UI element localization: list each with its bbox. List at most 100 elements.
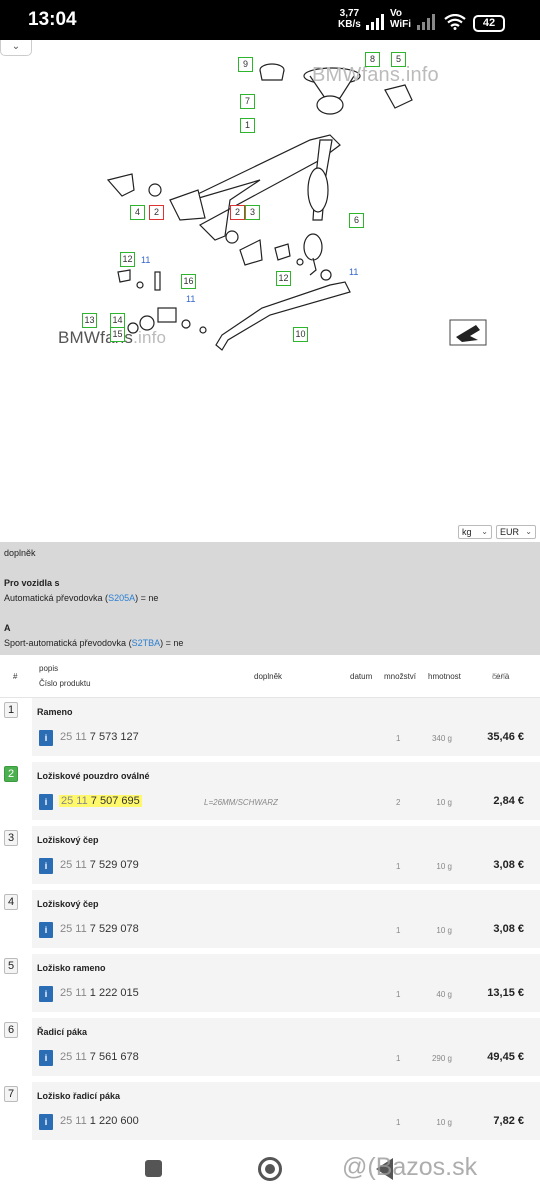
currency-select[interactable]: EUR ⌄ (496, 525, 536, 539)
filter-group1-code-link[interactable]: S205A (108, 593, 135, 603)
row-number[interactable]: 4 (4, 894, 18, 910)
info-icon[interactable]: i (39, 1050, 53, 1066)
weight-unit-select[interactable]: kg ⌄ (458, 525, 492, 539)
price: 2,84 € (493, 795, 524, 807)
weight: 10 g (436, 798, 452, 807)
product-number[interactable]: 25 11 1 220 600 (60, 1115, 139, 1127)
currency-value: EUR (500, 527, 520, 537)
product-prefix: 25 11 (60, 1051, 87, 1063)
col-cena-currency: EUR (492, 672, 509, 681)
collapse-toggle[interactable]: ⌄ (0, 40, 32, 56)
bazos-watermark: @(Bazos.sk (342, 1153, 478, 1181)
net-speed-unit: KB/s (338, 19, 361, 30)
battery-icon: 42 (473, 15, 505, 32)
callout-16[interactable]: 16 (181, 274, 196, 289)
callout-3[interactable]: 3 (245, 205, 260, 220)
weight: 10 g (436, 1118, 452, 1127)
filter-group2-line: Sport-automatická převodovka (S2TBA) = n… (4, 638, 183, 648)
row-card: Řadicí páka i 25 11 7 561 678 1 290 g 49… (32, 1018, 540, 1076)
row-number[interactable]: 2 (4, 766, 18, 782)
product-number[interactable]: 25 11 7 529 079 (60, 859, 139, 871)
price: 7,82 € (493, 1115, 524, 1127)
parts-drawing (106, 63, 487, 351)
net-speed-value: 3,77 (339, 8, 360, 19)
callout-1[interactable]: 1 (240, 118, 255, 133)
callout-4[interactable]: 4 (130, 205, 145, 220)
info-icon[interactable]: i (39, 986, 53, 1002)
weight: 40 g (436, 990, 452, 999)
callout-5[interactable]: 5 (391, 52, 406, 67)
product-name: Ložisko řadicí páka (37, 1091, 121, 1101)
col-num: # (13, 672, 18, 681)
product-number-main: 7 561 678 (89, 1051, 139, 1063)
status-bar: 13:04 3,77 KB/s Vo WiFi 42 (0, 0, 540, 40)
callout-14[interactable]: 14 (110, 313, 125, 328)
product-prefix: 25 11 (60, 731, 87, 743)
table-header: # popis Číslo produktu doplněk datum mno… (0, 655, 540, 698)
col-hmotnost: hmotnost (428, 672, 461, 681)
row-number[interactable]: 3 (4, 830, 18, 846)
product-number[interactable]: 25 11 1 222 015 (60, 987, 139, 999)
row-card: Ložisko řadicí páka i 25 11 1 220 600 1 … (32, 1082, 540, 1140)
home-icon[interactable] (258, 1157, 282, 1181)
product-number[interactable]: 25 11 7 529 078 (60, 923, 139, 935)
vowifi-indicator: Vo WiFi (390, 8, 411, 30)
row-number[interactable]: 5 (4, 958, 18, 974)
info-icon[interactable]: i (39, 730, 53, 746)
price: 3,08 € (493, 859, 524, 871)
row-card: Ložiskový čep i 25 11 7 529 079 1 10 g 3… (32, 826, 540, 884)
label-11a: 11 (141, 255, 151, 265)
product-prefix: 25 11 (61, 795, 88, 807)
product-name: Ložiskový čep (37, 899, 99, 909)
parts-diagram: BMWfans.info BMWfans.info 9 8 5 7 1 4 2 … (0, 40, 540, 522)
product-number-main: 1 220 600 (89, 1115, 139, 1127)
filter-group1-line: Automatická převodovka (S205A) = ne (4, 593, 158, 603)
weight: 10 g (436, 862, 452, 871)
col-datum: datum (350, 672, 373, 681)
price: 49,45 € (487, 1051, 524, 1063)
info-icon[interactable]: i (39, 858, 53, 874)
signal-icon (366, 14, 384, 30)
info-icon[interactable]: i (39, 1114, 53, 1130)
product-number[interactable]: 25 11 7 561 678 (60, 1051, 139, 1063)
product-prefix: 25 11 (60, 859, 87, 871)
weight: 290 g (431, 1054, 452, 1063)
watermark-light-part: .info (133, 328, 167, 347)
callout-15[interactable]: 15 (110, 327, 125, 342)
filter-group2-code-link[interactable]: S2TBA (132, 638, 161, 648)
watermark-top: BMWfans.info (312, 64, 439, 86)
callout-6[interactable]: 6 (349, 213, 364, 228)
chevron-down-icon: ⌄ (11, 41, 21, 52)
row-number[interactable]: 1 (4, 702, 18, 718)
product-number[interactable]: 25 11 7 507 695 (59, 795, 142, 807)
row-number[interactable]: 7 (4, 1086, 18, 1102)
product-number[interactable]: 25 11 7 573 127 (60, 731, 139, 743)
weight: 340 g (431, 734, 452, 743)
filter-group2-suffix: ) = ne (160, 638, 184, 648)
product-prefix: 25 11 (60, 923, 87, 935)
callout-8[interactable]: 8 (365, 52, 380, 67)
price: 13,15 € (487, 987, 524, 999)
info-icon[interactable]: i (39, 794, 53, 810)
callout-2b[interactable]: 2 (230, 205, 245, 220)
filter-group1-title: Pro vozidla s (4, 578, 60, 588)
info-icon[interactable]: i (39, 922, 53, 938)
row-card: Ložiskový čep i 25 11 7 529 078 1 10 g 3… (32, 890, 540, 948)
callout-7[interactable]: 7 (240, 94, 255, 109)
callout-2a[interactable]: 2 (149, 205, 164, 220)
row-number[interactable]: 6 (4, 1022, 18, 1038)
product-name: Ložiskové pouzdro oválné (37, 771, 150, 781)
callout-9[interactable]: 9 (238, 57, 253, 72)
product-name: Ložiskový čep (37, 835, 99, 845)
product-prefix: 25 11 (60, 1115, 87, 1127)
callout-12a[interactable]: 12 (120, 252, 135, 267)
label-11b: 11 (186, 294, 196, 304)
weight-unit-value: kg (462, 527, 472, 537)
navigation-bar: @(Bazos.sk (0, 1140, 540, 1200)
callout-10[interactable]: 10 (293, 327, 308, 342)
col-mnozstvi: množství (384, 672, 417, 681)
callout-12b[interactable]: 12 (276, 271, 291, 286)
callout-13[interactable]: 13 (82, 313, 97, 328)
recents-icon[interactable] (145, 1160, 162, 1177)
wifi-icon (444, 14, 466, 30)
